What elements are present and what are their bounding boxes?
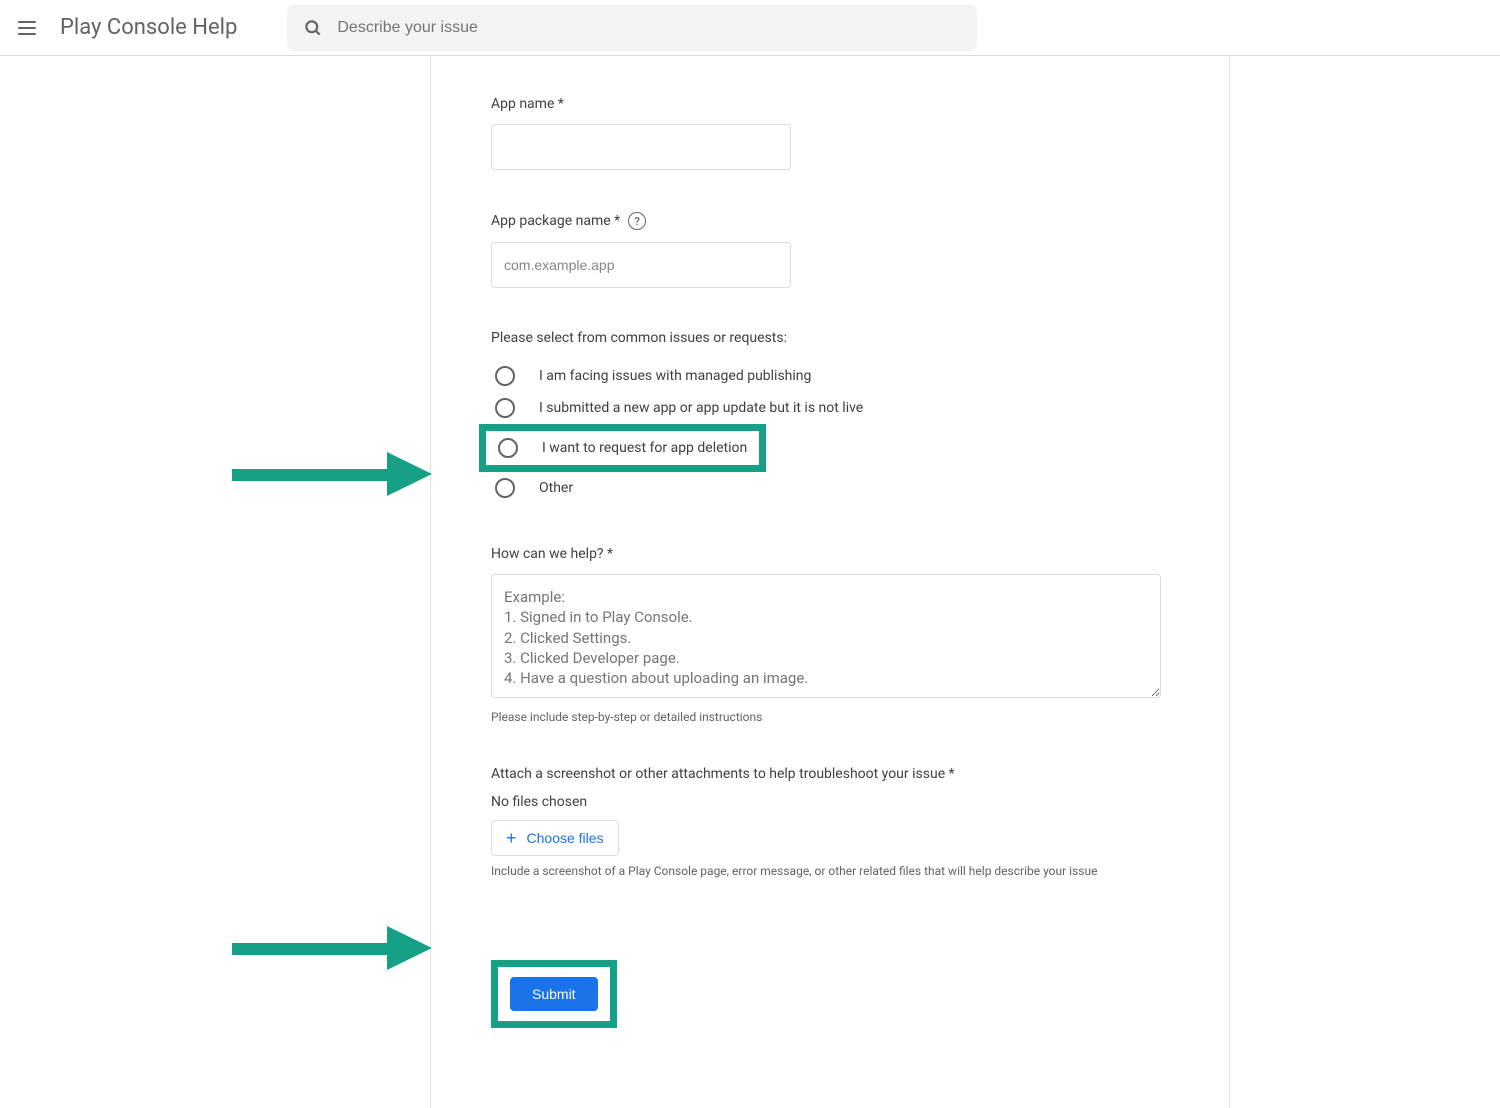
- field-attachments: Attach a screenshot or other attachments…: [491, 766, 1169, 878]
- plus-icon: +: [506, 829, 517, 847]
- menu-icon[interactable]: [16, 16, 40, 40]
- choose-files-button[interactable]: + Choose files: [491, 820, 619, 856]
- app-name-input[interactable]: [491, 124, 791, 170]
- radio-icon: [495, 366, 515, 386]
- help-textarea[interactable]: [491, 574, 1161, 698]
- radio-option-other[interactable]: Other: [491, 472, 1169, 504]
- main-container: App name * App package name * ? Please s…: [0, 56, 1500, 1108]
- file-status: No files chosen: [491, 794, 1169, 810]
- submit-button[interactable]: Submit: [510, 977, 598, 1011]
- radio-option-app-deletion[interactable]: I want to request for app deletion: [494, 436, 751, 460]
- issues-label: Please select from common issues or requ…: [491, 330, 1169, 346]
- field-app-name: App name *: [491, 96, 1169, 170]
- radio-label: Other: [539, 480, 573, 496]
- help-hint: Please include step-by-step or detailed …: [491, 710, 1169, 724]
- radio-option-managed-publishing[interactable]: I am facing issues with managed publishi…: [491, 360, 1169, 392]
- radio-icon: [495, 478, 515, 498]
- radio-icon: [495, 398, 515, 418]
- field-issues: Please select from common issues or requ…: [491, 330, 1169, 504]
- highlighted-option: I want to request for app deletion: [479, 424, 766, 472]
- radio-group: I am facing issues with managed publishi…: [491, 360, 1169, 504]
- annotation-arrow-icon: [232, 926, 432, 970]
- attach-hint: Include a screenshot of a Play Console p…: [491, 864, 1169, 878]
- field-app-package: App package name * ?: [491, 212, 1169, 288]
- radio-icon: [498, 438, 518, 458]
- search-input[interactable]: [337, 19, 961, 37]
- app-package-input[interactable]: [491, 242, 791, 288]
- app-package-label-text: App package name *: [491, 213, 620, 229]
- header: Play Console Help: [0, 0, 1500, 56]
- radio-label: I want to request for app deletion: [542, 440, 747, 456]
- app-package-label: App package name * ?: [491, 212, 1169, 230]
- annotation-arrow-icon: [232, 452, 432, 496]
- attach-label: Attach a screenshot or other attachments…: [491, 766, 1169, 782]
- radio-label: I am facing issues with managed publishi…: [539, 368, 811, 384]
- app-name-label: App name *: [491, 96, 1169, 112]
- submit-highlight: Submit: [491, 960, 617, 1028]
- radio-label: I submitted a new app or app update but …: [539, 400, 863, 416]
- field-help: How can we help? * Please include step-b…: [491, 546, 1169, 724]
- page-title: Play Console Help: [60, 15, 237, 40]
- radio-option-not-live[interactable]: I submitted a new app or app update but …: [491, 392, 1169, 424]
- search-box[interactable]: [287, 5, 977, 51]
- form-panel: App name * App package name * ? Please s…: [430, 56, 1230, 1108]
- search-icon: [303, 18, 323, 38]
- help-label: How can we help? *: [491, 546, 1169, 562]
- help-icon[interactable]: ?: [628, 212, 646, 230]
- choose-files-label: Choose files: [527, 830, 604, 846]
